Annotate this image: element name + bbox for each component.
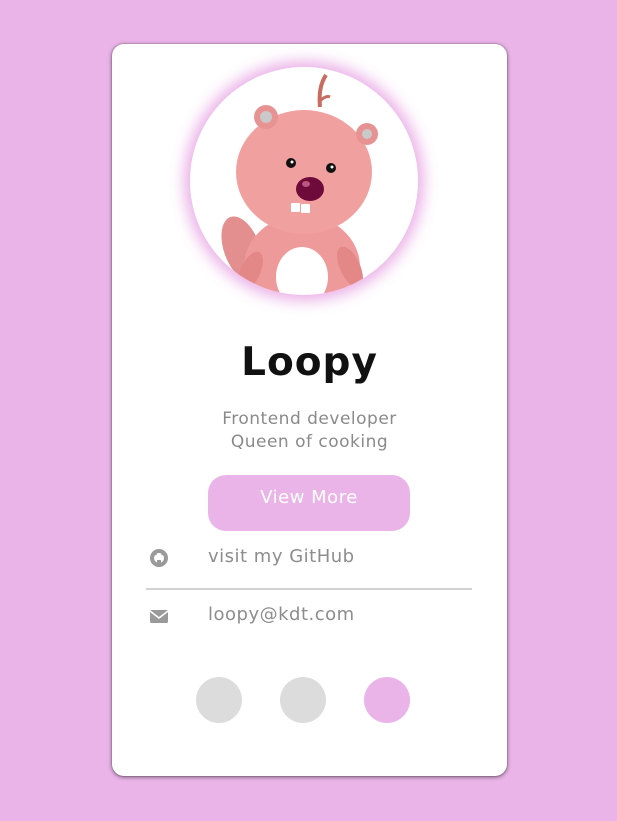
envelope-icon bbox=[149, 610, 169, 623]
profile-name: Loopy bbox=[241, 340, 378, 385]
loopy-beaver-avatar bbox=[221, 73, 378, 295]
pagination-dots bbox=[112, 677, 507, 723]
email-link[interactable]: loopy@kdt.com bbox=[146, 598, 472, 638]
github-icon bbox=[150, 549, 168, 567]
bio-line: Frontend developer bbox=[222, 409, 397, 429]
profile-bio: Frontend developer Queen of cooking bbox=[112, 408, 507, 454]
view-more-button[interactable]: View More bbox=[208, 475, 410, 531]
pagination-dot-1[interactable] bbox=[196, 677, 242, 723]
pagination-dot-2[interactable] bbox=[280, 677, 326, 723]
pagination-dot-3-active[interactable] bbox=[364, 677, 410, 723]
email-text: loopy@kdt.com bbox=[208, 604, 355, 625]
avatar bbox=[190, 67, 418, 295]
profile-card: Loopy Frontend developer Queen of cookin… bbox=[112, 44, 507, 776]
github-text: visit my GitHub bbox=[208, 546, 355, 567]
github-link[interactable]: visit my GitHub bbox=[146, 540, 472, 590]
bio-line: Queen of cooking bbox=[230, 432, 389, 452]
